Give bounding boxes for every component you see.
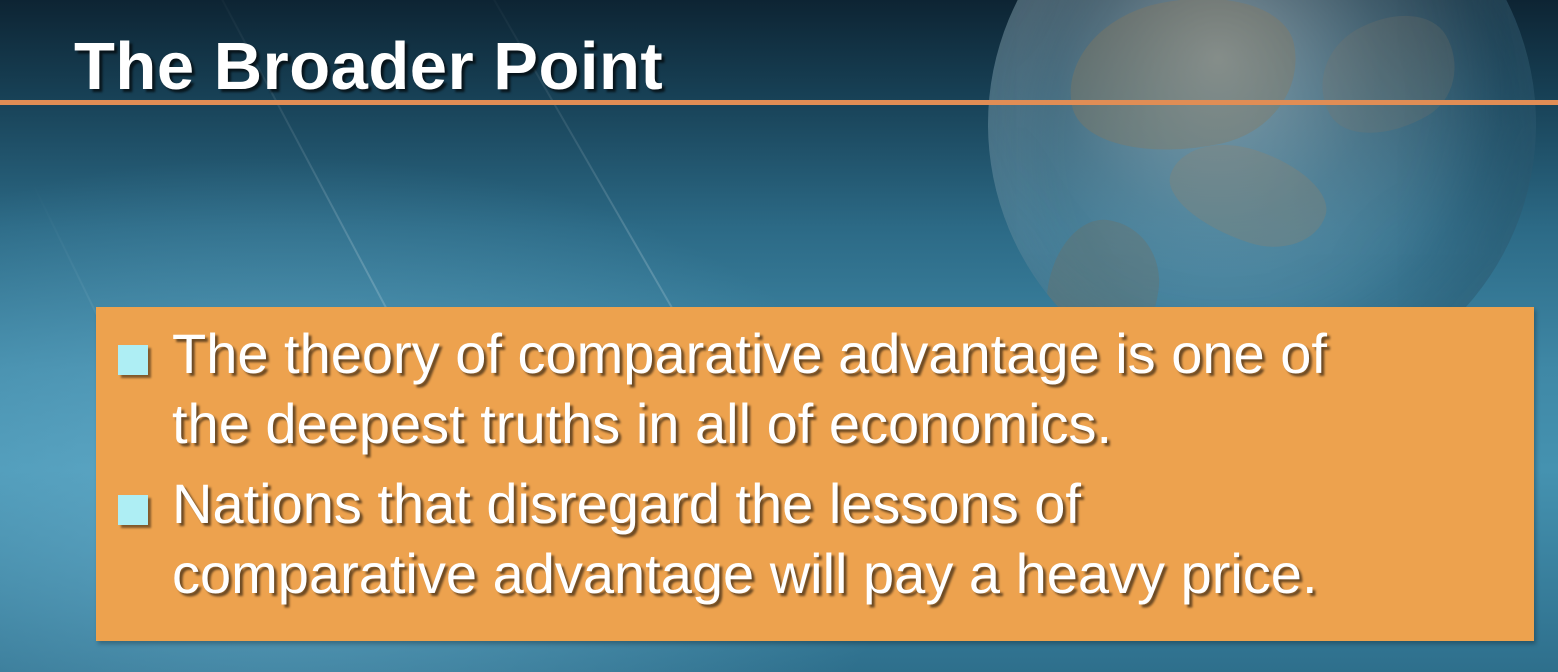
bullet-text: The theory of comparative advantage is o… — [172, 319, 1502, 459]
square-bullet-icon — [118, 345, 148, 375]
bullet-line: Nations that disregard the lessons of — [172, 472, 1081, 535]
bullet-line: comparative advantage will pay a heavy p… — [172, 542, 1318, 605]
bullet-line: the deepest truths in all of economics. — [172, 392, 1113, 455]
title-divider — [0, 100, 1558, 105]
bullet-line: The theory of comparative advantage is o… — [172, 322, 1327, 385]
slide: The Broader Point The theory of comparat… — [0, 0, 1558, 672]
globe-landmass — [1299, 0, 1477, 158]
bullet-text: Nations that disregard the lessons of com… — [172, 469, 1502, 609]
slide-title: The Broader Point — [74, 29, 664, 104]
globe-landmass — [1054, 0, 1312, 173]
content-box: The theory of comparative advantage is o… — [96, 307, 1534, 641]
square-bullet-icon — [118, 495, 148, 525]
